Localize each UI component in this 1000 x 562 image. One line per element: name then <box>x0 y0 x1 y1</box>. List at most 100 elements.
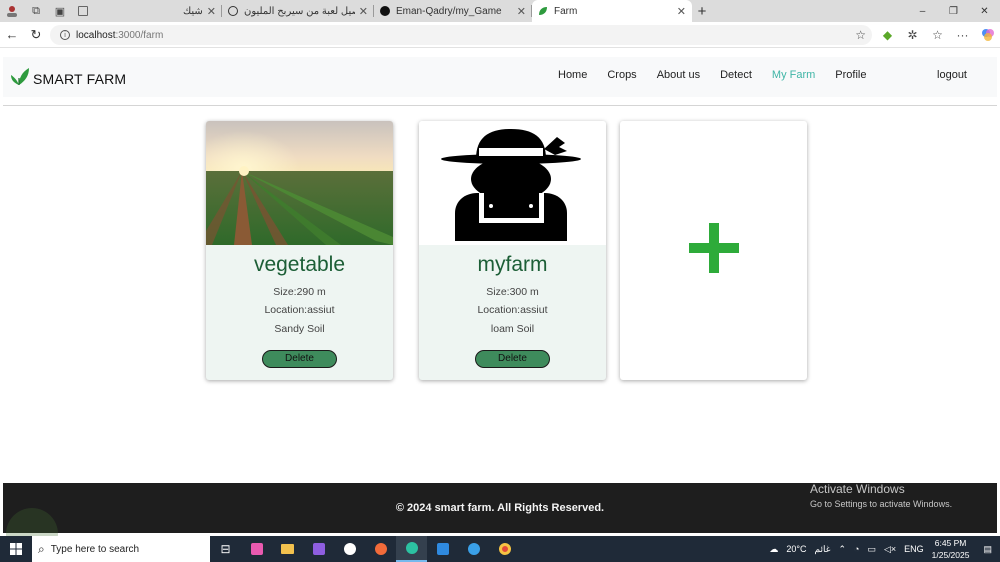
postman-icon[interactable] <box>365 536 396 562</box>
vertical-tabs-icon[interactable]: ▣ <box>48 0 72 22</box>
visual-studio-icon[interactable] <box>303 536 334 562</box>
nav-my-farm[interactable]: My Farm <box>772 69 815 81</box>
windows-logo-icon <box>10 543 22 555</box>
farmer-icon <box>419 121 606 245</box>
volume-icon[interactable]: ◁× <box>884 544 896 555</box>
reload-icon[interactable]: ↻ <box>24 23 48 47</box>
language-indicator[interactable]: ENG <box>904 544 924 554</box>
tab-1[interactable]: تفاصيل لعبة من سيربح المليون ✕ <box>222 0 374 22</box>
farm-image-field <box>206 121 393 245</box>
widgets-icon[interactable] <box>241 536 272 562</box>
tab-title: تفاصيل لعبة من سيربح المليون <box>244 5 355 17</box>
tab-title: Farm <box>554 5 578 17</box>
edge-dev-icon[interactable] <box>458 536 489 562</box>
node-icon[interactable] <box>334 536 365 562</box>
farm-name: vegetable <box>253 253 346 276</box>
tab-2[interactable]: Eman-Qadry/my_Game ✕ <box>374 0 532 22</box>
delete-farm-button[interactable]: Delete <box>475 350 550 368</box>
url-host: localhost <box>76 29 116 41</box>
url-path: :3000/farm <box>115 29 164 41</box>
download-extension-icon[interactable]: ◆ <box>875 23 900 47</box>
farm-soil: Sandy Soil <box>274 323 325 335</box>
copilot-icon[interactable] <box>975 23 1000 47</box>
windows-taskbar: ⌕ Type here to search ⊟ ☁ 20°C غائم ⌃ ◔ … <box>0 536 1000 562</box>
browser-tab-strip: ⧉ ▣ شيك ✕ تفاصيل لعبة من سيربح المليون ✕… <box>0 0 1000 22</box>
site-navbar: SMART FARM Home Crops About us Detect My… <box>3 57 997 97</box>
activate-windows-notice: Activate Windows Go to Settings to activ… <box>810 482 952 509</box>
extensions-icon[interactable]: ✲ <box>900 23 925 47</box>
nav-profile[interactable]: Profile <box>835 69 866 81</box>
logout-link[interactable]: logout <box>937 69 967 81</box>
browser-toolbar: ← ↻ i localhost:3000/farm ☆ ◆ ✲ ☆ ··· <box>0 22 1000 48</box>
file-explorer-icon[interactable] <box>272 536 303 562</box>
nav-about-us[interactable]: About us <box>657 69 700 81</box>
farm-card: myfarm Size:300 m Location:assiut loam S… <box>419 121 606 380</box>
farm-size: Size:290 m <box>273 286 326 298</box>
profile-icon[interactable] <box>0 0 24 22</box>
tab-3[interactable]: Farm ✕ <box>532 0 692 22</box>
farm-soil: loam Soil <box>490 323 535 335</box>
search-placeholder: Type here to search <box>50 543 140 555</box>
farm-name: myfarm <box>477 253 548 276</box>
close-window-icon[interactable]: ✕ <box>969 0 1000 22</box>
add-farm-card[interactable] <box>620 121 807 380</box>
brand-name: SMART FARM <box>33 70 127 87</box>
battery-icon[interactable]: ▭ <box>867 544 876 555</box>
minimize-icon[interactable]: – <box>907 0 938 22</box>
weather-temp[interactable]: 20°C <box>786 544 806 554</box>
maximize-icon[interactable]: ❐ <box>938 0 969 22</box>
page-viewport: SMART FARM Home Crops About us Detect My… <box>3 49 997 533</box>
farm-location: Location:assiut <box>477 304 548 316</box>
clock[interactable]: 6:45 PM 1/25/2025 <box>932 537 970 561</box>
page-icon <box>78 6 88 16</box>
new-tab-button[interactable]: + <box>692 0 712 22</box>
window-controls: – ❐ ✕ <box>907 0 1000 22</box>
workspaces-icon[interactable]: ⧉ <box>24 0 48 22</box>
tab-title: Eman-Qadry/my_Game <box>396 5 502 17</box>
nav-home[interactable]: Home <box>558 69 587 81</box>
back-icon[interactable]: ← <box>0 23 24 47</box>
openai-icon <box>228 6 238 16</box>
activate-windows-subtitle: Go to Settings to activate Windows. <box>810 499 953 509</box>
close-icon[interactable]: ✕ <box>359 5 368 18</box>
weather-text: غائم <box>814 543 831 554</box>
more-options-icon[interactable]: ··· <box>950 23 975 47</box>
main-menu: Home Crops About us Detect My Farm Profi… <box>558 69 886 81</box>
chevron-up-icon[interactable]: ⌃ <box>838 544 846 555</box>
favorite-star-icon[interactable]: ☆ <box>855 28 866 42</box>
close-icon[interactable]: ✕ <box>517 5 526 18</box>
vscode-icon[interactable] <box>427 536 458 562</box>
farm-location: Location:assiut <box>264 304 335 316</box>
favorites-icon[interactable]: ☆ <box>925 23 950 47</box>
search-icon: ⌕ <box>38 541 45 556</box>
weather-cloud-icon[interactable]: ☁ <box>769 544 778 555</box>
copyright-text: © 2024 smart farm. All Rights Reserved. <box>395 502 605 514</box>
delete-farm-button[interactable]: Delete <box>262 350 337 368</box>
close-icon[interactable]: ✕ <box>207 5 216 18</box>
task-view-icon[interactable]: ⊟ <box>210 536 241 562</box>
nav-crops[interactable]: Crops <box>607 69 636 81</box>
taskbar-search[interactable]: ⌕ Type here to search <box>32 536 210 562</box>
info-icon[interactable]: i <box>60 30 70 40</box>
github-icon <box>380 6 390 16</box>
nav-detect[interactable]: Detect <box>720 69 752 81</box>
brand[interactable]: SMART FARM <box>10 66 126 91</box>
tab-title: شيك <box>182 5 203 17</box>
farm-card: vegetable Size:290 m Location:assiut San… <box>206 121 393 380</box>
edge-icon[interactable] <box>396 536 427 562</box>
activate-windows-title: Activate Windows <box>810 482 905 496</box>
chrome-icon[interactable] <box>489 536 520 562</box>
notifications-icon[interactable]: ▤ <box>983 544 992 555</box>
leaf-logo-icon <box>10 66 30 91</box>
network-icon[interactable]: ◔ <box>854 544 859 554</box>
tab-0[interactable]: شيك ✕ <box>72 0 222 22</box>
plus-icon[interactable] <box>688 222 740 279</box>
start-button[interactable] <box>0 536 32 562</box>
system-tray: ☁ 20°C غائم ⌃ ◔ ▭ ◁× ENG 6:45 PM 1/25/20… <box>769 536 1000 562</box>
close-icon[interactable]: ✕ <box>677 5 686 18</box>
address-bar[interactable]: i localhost:3000/farm ☆ <box>50 25 872 45</box>
clock-date: 1/25/2025 <box>931 550 970 560</box>
navbar-divider <box>3 105 997 106</box>
leaf-icon <box>538 6 548 16</box>
extension-icons: ◆ ✲ ☆ ··· <box>875 22 1000 48</box>
